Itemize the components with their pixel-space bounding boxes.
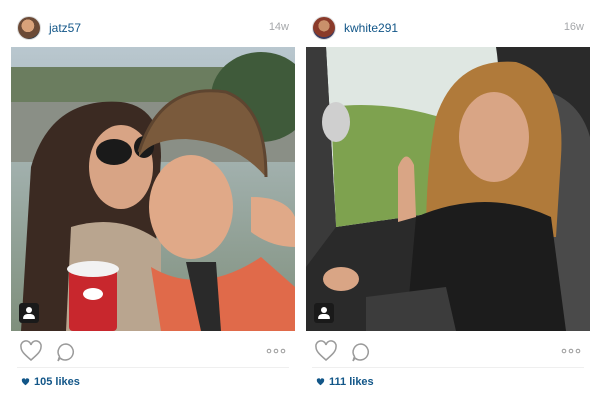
post-card: kwhite291 16w 111 likes [306,0,590,400]
comment-icon[interactable] [350,341,372,363]
likes-count[interactable]: 111 likes [316,376,374,388]
username-link[interactable]: jatz57 [49,21,81,35]
username-link[interactable]: kwhite291 [344,21,398,35]
people-tag-icon[interactable] [19,303,39,323]
avatar[interactable] [17,16,41,40]
heart-icon[interactable] [314,340,338,362]
comment-icon[interactable] [55,341,77,363]
likes-word: likes [55,376,80,388]
small-heart-icon [21,378,30,386]
likes-number: 105 [34,376,53,388]
post-actions [11,340,295,364]
post-photo[interactable] [306,47,590,331]
post-header: kwhite291 16w [306,14,590,42]
post-actions [306,340,590,364]
likes-number: 111 [329,376,347,388]
divider [312,367,584,368]
people-tag-icon[interactable] [314,303,334,323]
likes-word: likes [349,376,374,388]
timestamp: 16w [563,21,584,33]
more-options-icon[interactable] [560,346,582,356]
avatar[interactable] [312,16,336,40]
more-options-icon[interactable] [265,346,287,356]
post-photo[interactable] [11,47,295,331]
divider [17,367,289,368]
post-header: jatz57 14w [11,14,295,42]
timestamp: 14w [268,21,289,33]
heart-icon[interactable] [19,340,43,362]
likes-count[interactable]: 105 likes [21,376,80,388]
small-heart-icon [316,378,325,386]
post-card: jatz57 14w 105 likes [11,0,295,400]
